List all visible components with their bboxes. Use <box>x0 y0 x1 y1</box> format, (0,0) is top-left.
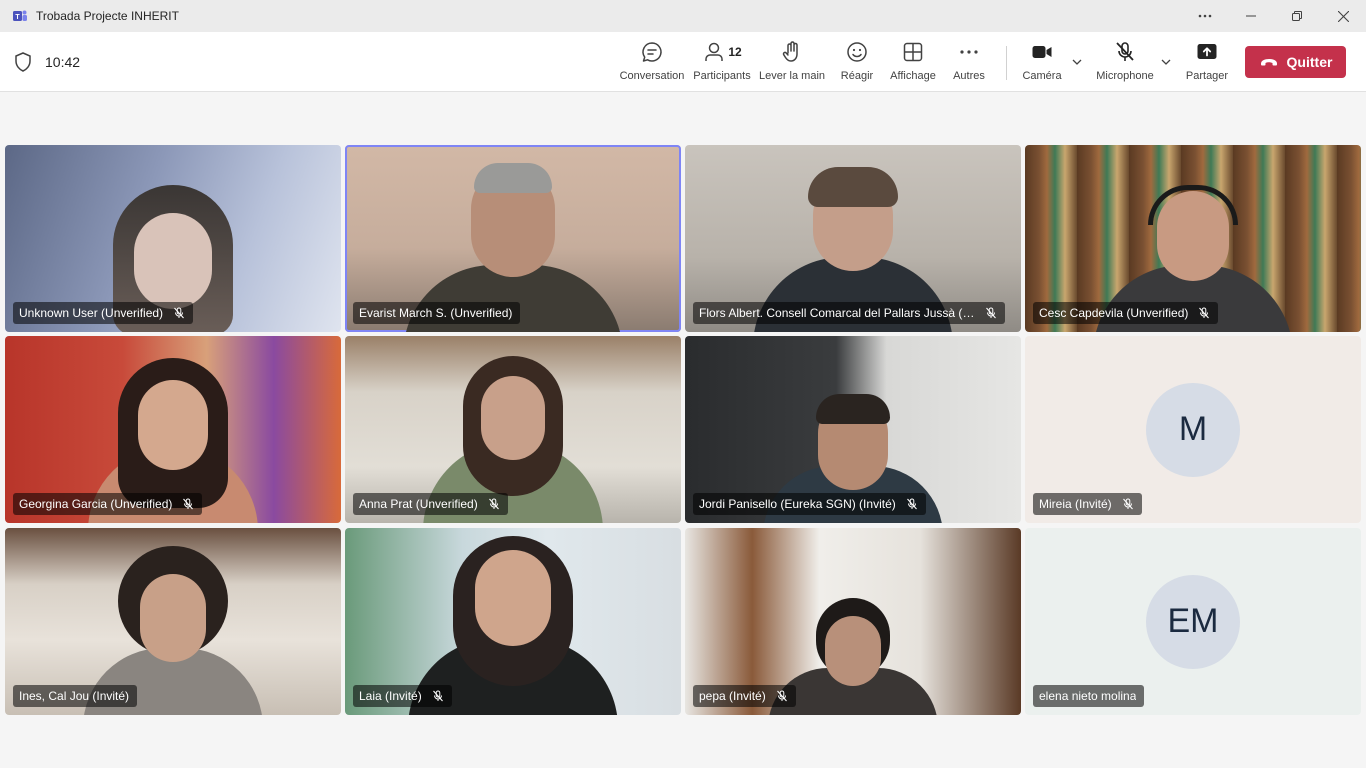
participant-tile-no-video[interactable]: EM elena nieto molina <box>1025 528 1361 715</box>
title-bar: T Trobada Projecte INHERIT <box>0 0 1366 32</box>
participant-name: Flors Albert. Consell Comarcal del Palla… <box>699 306 975 320</box>
participant-name: Ines, Cal Jou (Invité) <box>19 689 130 703</box>
participant-name: Mireia (Invité) <box>1039 497 1112 511</box>
participant-tile[interactable]: Georgina Garcia (Unverified) <box>5 336 341 523</box>
microphone-muted-icon <box>1122 498 1133 510</box>
participant-name-tag: Unknown User (Unverified) <box>13 302 194 324</box>
participant-name-tag: Anna Prat (Unverified) <box>353 493 508 515</box>
conversation-label: Conversation <box>619 70 685 82</box>
participant-name-tag: Evarist March S. (Unverified) <box>353 302 521 324</box>
participant-name-tag: Ines, Cal Jou (Invité) <box>13 685 138 707</box>
microphone-options-chevron-down-icon[interactable] <box>1160 56 1172 68</box>
participant-tile[interactable]: pepa (Invité) <box>685 528 1021 715</box>
close-button[interactable] <box>1320 0 1366 32</box>
microphone-muted-icon <box>1116 42 1134 61</box>
participant-name-tag: pepa (Invité) <box>693 685 796 707</box>
minimize-icon <box>1246 15 1256 17</box>
participant-tile-active-speaker[interactable]: Evarist March S. (Unverified) <box>345 145 681 332</box>
microphone-muted-icon <box>1199 307 1210 319</box>
participants-count: 12 <box>728 45 742 59</box>
microphone-muted-icon <box>432 690 443 702</box>
participant-name: Georgina Garcia (Unverified) <box>19 497 173 511</box>
toolbar-divider <box>1006 46 1007 80</box>
participant-name-tag: Georgina Garcia (Unverified) <box>13 493 203 515</box>
emoji-icon <box>847 42 867 62</box>
close-icon <box>1337 10 1349 22</box>
conversation-button[interactable]: Conversation <box>620 40 684 86</box>
participant-name: Evarist March S. (Unverified) <box>359 306 513 320</box>
microphone-muted-icon <box>174 307 184 319</box>
participant-name: pepa (Invité) <box>699 689 766 703</box>
participant-name-tag: Mireia (Invité) <box>1033 493 1142 515</box>
participant-name: Laia (Invité) <box>359 689 422 703</box>
microphone-muted-icon <box>488 498 499 510</box>
participant-name: Unknown User (Unverified) <box>19 306 164 320</box>
raise-hand-label: Lever la main <box>758 70 826 82</box>
view-label: Affichage <box>890 70 936 82</box>
microphone-label: Microphone <box>1096 70 1154 82</box>
participant-tile[interactable]: Anna Prat (Unverified) <box>345 336 681 523</box>
share-button[interactable]: Partager <box>1185 40 1229 86</box>
participant-tile[interactable]: Unknown User (Unverified) <box>5 145 341 332</box>
avatar: EM <box>1146 574 1240 669</box>
share-screen-icon <box>1197 44 1217 59</box>
participant-name: Jordi Panisello (Eureka SGN) (Invité) <box>699 497 896 511</box>
meeting-timer: 10:42 <box>45 54 81 70</box>
participant-tile[interactable]: Cesc Capdevila (Unverified) <box>1025 145 1361 332</box>
restore-icon <box>1292 11 1302 21</box>
participant-tile[interactable]: Jordi Panisello (Eureka SGN) (Invité) <box>685 336 1021 523</box>
microphone-muted-icon <box>986 307 996 319</box>
react-button[interactable]: Réagir <box>838 40 876 86</box>
participant-name-tag: Cesc Capdevila (Unverified) <box>1033 302 1219 324</box>
window-more-button[interactable] <box>1182 0 1228 32</box>
hand-icon <box>782 41 798 62</box>
more-button[interactable]: Autres <box>950 40 988 86</box>
minimize-button[interactable] <box>1228 0 1274 32</box>
microphone-muted-icon <box>776 690 787 702</box>
participant-tile[interactable]: Flors Albert. Consell Comarcal del Palla… <box>685 145 1021 332</box>
participant-name: Anna Prat (Unverified) <box>359 497 478 511</box>
participant-tile[interactable]: Ines, Cal Jou (Invité) <box>5 528 341 715</box>
microphone-muted-icon <box>906 498 917 510</box>
restore-button[interactable] <box>1274 0 1320 32</box>
raise-hand-button[interactable]: Lever la main <box>759 40 825 86</box>
share-label: Partager <box>1185 70 1229 82</box>
participant-name-tag: Laia (Invité) <box>353 685 452 707</box>
avatar: M <box>1146 382 1240 477</box>
ellipsis-icon <box>960 50 978 54</box>
chat-icon <box>642 42 662 62</box>
camera-label: Caméra <box>1022 70 1062 82</box>
shield-icon[interactable] <box>14 52 32 72</box>
more-label: Autres <box>953 70 985 82</box>
participants-button[interactable]: 12 Participants <box>693 40 751 86</box>
participant-name-tag: elena nieto molina <box>1033 685 1145 707</box>
react-label: Réagir <box>840 70 874 82</box>
leave-label: Quitter <box>1286 54 1333 70</box>
participants-label: Participants <box>693 70 751 82</box>
hang-up-phone-icon <box>1260 59 1277 66</box>
window-title: Trobada Projecte INHERIT <box>36 9 179 23</box>
camera-options-chevron-down-icon[interactable] <box>1071 56 1083 68</box>
participant-name-tag: Flors Albert. Consell Comarcal del Palla… <box>693 302 1005 324</box>
teams-logo-icon: T <box>13 10 27 21</box>
view-button[interactable]: Affichage <box>888 40 938 86</box>
participant-tile[interactable]: Laia (Invité) <box>345 528 681 715</box>
grid-view-icon <box>903 42 923 62</box>
svg-text:T: T <box>15 14 20 21</box>
microphone-muted-icon <box>183 498 194 510</box>
participant-name: elena nieto molina <box>1039 689 1137 703</box>
camera-button[interactable]: Caméra <box>1020 40 1064 86</box>
microphone-button[interactable]: Microphone <box>1094 40 1156 86</box>
participant-tile-no-video[interactable]: M Mireia (Invité) <box>1025 336 1361 523</box>
participant-name: Cesc Capdevila (Unverified) <box>1039 306 1189 320</box>
ellipsis-icon <box>1198 14 1212 18</box>
video-camera-icon <box>1032 46 1052 58</box>
participant-name-tag: Jordi Panisello (Eureka SGN) (Invité) <box>693 493 926 515</box>
meeting-toolbar: 10:42 Conversation 12 Participants Lever… <box>0 32 1366 92</box>
leave-button[interactable]: Quitter <box>1245 46 1346 78</box>
people-icon <box>705 42 724 61</box>
